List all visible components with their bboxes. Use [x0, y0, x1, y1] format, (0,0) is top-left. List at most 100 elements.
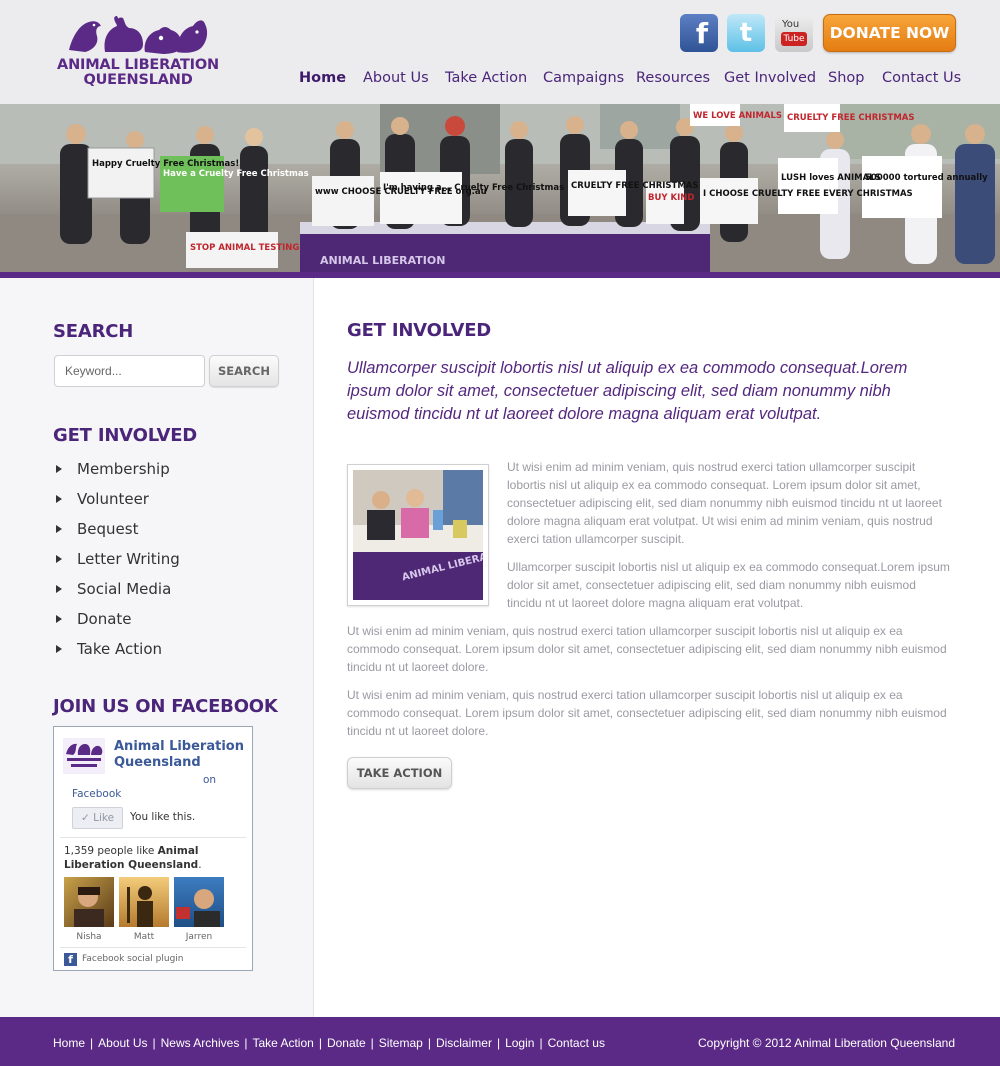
youtube-icon[interactable]: You Tube: [775, 14, 813, 52]
like-count-text: 1,359 people like Animal Liberation Quee…: [64, 844, 242, 872]
nav-home[interactable]: Home: [299, 70, 346, 90]
sidebar-item-label: Social Media: [77, 580, 172, 598]
fan-avatar-image: [127, 886, 153, 927]
like-label: Like: [93, 812, 115, 824]
arrow-right-icon: [56, 495, 62, 503]
hero-sign-text: 500000 tortured annually: [865, 173, 988, 183]
footer-link-take-action[interactable]: Take Action: [252, 1036, 313, 1050]
like-count-suffix: .: [198, 859, 202, 871]
sidebar-item-label: Take Action: [77, 640, 162, 658]
page-title: GET INVOLVED: [347, 320, 492, 341]
nav-take-action[interactable]: Take Action: [445, 70, 527, 90]
take-action-button[interactable]: TAKE ACTION: [347, 757, 452, 789]
nav-about-us[interactable]: About Us: [363, 70, 429, 90]
hero-banner-photo: Happy Cruelty Free Christmas! Have a Cru…: [0, 104, 1000, 272]
youtube-glyph-box: Tube: [781, 32, 807, 46]
hero-sign-text: CRUELTY FREE CHRISTMAS: [571, 181, 698, 191]
fan-avatar[interactable]: [64, 877, 114, 927]
footer-separator: |: [370, 1036, 374, 1050]
logo-text-line-1: ANIMAL LIBERATION: [57, 57, 219, 73]
footer-link-news-archives[interactable]: News Archives: [161, 1036, 240, 1050]
footer-link-login[interactable]: Login: [505, 1036, 534, 1050]
content-paragraph: Ut wisi enim ad minim veniam, quis nostr…: [347, 688, 947, 738]
arrow-right-icon: [56, 615, 62, 623]
facebook-small-icon[interactable]: f: [64, 953, 77, 966]
you-like-this-text: You like this.: [130, 811, 196, 823]
twitter-icon[interactable]: t: [727, 14, 765, 52]
fan-avatar[interactable]: [174, 877, 224, 927]
lead-paragraph: Ullamcorper suscipit lobortis nisl ut al…: [347, 359, 908, 423]
footer-link-donate[interactable]: Donate: [327, 1036, 366, 1050]
sidebar-item-label: Bequest: [77, 520, 139, 538]
copyright-text: Copyright © 2012 Animal Liberation Queen…: [697, 1036, 955, 1050]
hero-sign-text: I'm having a... Cruelty Free Christmas: [383, 183, 564, 193]
footer-link-home[interactable]: Home: [53, 1036, 85, 1050]
nav-campaigns[interactable]: Campaigns: [543, 70, 624, 90]
facebook-on-text: on: [203, 774, 217, 786]
hero-sign-text: Happy Cruelty Free Christmas!: [92, 159, 239, 169]
nav-shop[interactable]: Shop: [828, 70, 864, 90]
footer-separator: |: [427, 1036, 431, 1050]
footer-separator: |: [152, 1036, 156, 1050]
hero-sign-text: STOP ANIMAL TESTING: [190, 243, 299, 253]
footer-link-contact-us[interactable]: Contact us: [548, 1036, 605, 1050]
nav-get-involved[interactable]: Get Involved: [724, 70, 816, 90]
facebook-page-name[interactable]: Animal Liberation Queensland: [114, 739, 244, 771]
donate-now-button[interactable]: DONATE NOW: [823, 14, 956, 52]
fan-avatar-image: [176, 889, 220, 927]
footer-link-about-us[interactable]: About Us: [98, 1036, 147, 1050]
facebook-section-title: JOIN US ON FACEBOOK: [53, 696, 278, 717]
content-paragraph: Ullamcorper suscipit lobortis nisl ut al…: [507, 560, 950, 610]
arrow-right-icon: [56, 645, 62, 653]
hero-sign-text: BUY KIND: [648, 193, 694, 203]
footer-separator: |: [496, 1036, 501, 1050]
nav-contact-us[interactable]: Contact Us: [882, 70, 961, 90]
like-count-prefix: 1,359 people like: [64, 845, 158, 857]
arrow-right-icon: [56, 585, 62, 593]
facebook-like-button[interactable]: ✓ Like: [72, 807, 123, 829]
get-involved-sidebar-title: GET INVOLVED: [53, 425, 198, 446]
sidebar-item-label: Volunteer: [77, 490, 149, 508]
facebook-social-plugin-link[interactable]: Facebook social plugin: [82, 954, 184, 964]
footer-separator: |: [318, 1036, 322, 1050]
site-header: ANIMAL LIBERATION QUEENSLAND f t You Tub…: [0, 0, 1000, 104]
stall-photo: ANIMAL LIBERATION: [353, 470, 483, 600]
content-paragraph: Ut wisi enim ad minim veniam, quis nostr…: [347, 624, 947, 674]
sidebar-item-label: Membership: [77, 460, 170, 478]
footer-separator: |: [539, 1036, 543, 1050]
fan-avatar[interactable]: [119, 877, 169, 927]
hero-sign-text: CRUELTY FREE CHRISTMAS: [787, 113, 914, 123]
footer-separator: |: [90, 1036, 94, 1050]
hero-sign-text: Have a Cruelty Free Christmas: [163, 169, 309, 179]
hero-sign-text: ANIMAL LIBERATION: [320, 254, 445, 267]
facebook-like-box: Animal Liberation Queensland on Facebook…: [53, 726, 253, 971]
facebook-icon[interactable]: f: [680, 14, 718, 52]
search-input[interactable]: [54, 355, 205, 387]
content-photo: ANIMAL LIBERATION: [347, 464, 489, 606]
hero-sign-text: WE LOVE ANIMALS: [693, 111, 782, 121]
divider: [60, 947, 246, 948]
divider: [60, 837, 246, 838]
hero-photo-illustration: Happy Cruelty Free Christmas! Have a Cru…: [0, 104, 1000, 272]
check-icon: ✓: [80, 812, 94, 824]
footer-link-sitemap[interactable]: Sitemap: [379, 1036, 423, 1050]
footer-separator: |: [244, 1036, 248, 1050]
content-paragraph: Ut wisi enim ad minim veniam, quis nostr…: [507, 460, 942, 546]
youtube-glyph-top: You: [782, 19, 800, 30]
fan-name[interactable]: Jarren: [174, 932, 224, 942]
sidebar-item-label: Letter Writing: [77, 550, 180, 568]
animal-silhouettes-logo-icon: [69, 16, 208, 54]
fan-name[interactable]: Matt: [119, 932, 169, 942]
facebook-link[interactable]: Facebook: [72, 788, 121, 800]
page-logo-thumbnail[interactable]: [63, 738, 105, 774]
footer-link-disclaimer[interactable]: Disclaimer: [436, 1036, 492, 1050]
footer-links: Home | About Us | News Archives | Take Action |…: [53, 1036, 605, 1050]
fan-avatar-image: [74, 887, 104, 927]
site-footer: Home | About Us | News Archives | Take Action |…: [0, 1017, 1000, 1066]
nav-resources[interactable]: Resources: [636, 70, 710, 90]
hero-sign-text: I CHOOSE CRUELTY FREE EVERY CHRISTMAS: [703, 189, 913, 199]
fan-name[interactable]: Nisha: [64, 932, 114, 942]
site-logo[interactable]: ANIMAL LIBERATION QUEENSLAND: [53, 14, 223, 90]
arrow-right-icon: [56, 465, 62, 473]
search-button[interactable]: SEARCH: [209, 355, 279, 387]
